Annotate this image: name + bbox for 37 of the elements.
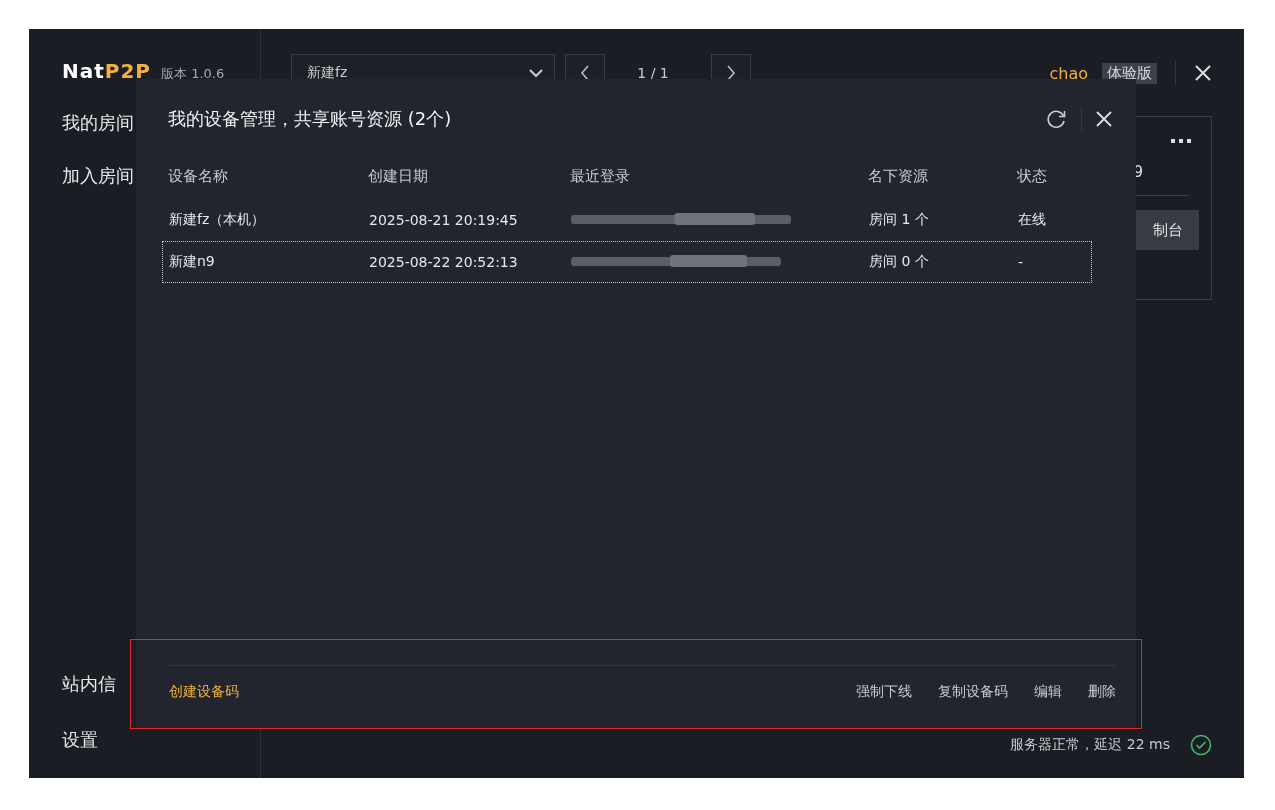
action-link[interactable]: 删除 <box>1088 683 1116 701</box>
table-row[interactable]: 新建fz（本机） 2025-08-21 20:19:45 房间 1 个 在线 <box>162 199 1092 241</box>
action-link[interactable]: 编辑 <box>1034 683 1062 701</box>
app-logo: NatP2P <box>62 59 152 83</box>
table-cell-text: 2025-08-22 20:52:13 <box>369 254 519 270</box>
column-header: 名下资源 <box>868 166 929 186</box>
table-cell-text: 新建n9 <box>169 253 216 271</box>
nav-item[interactable]: 站内信 <box>62 672 116 696</box>
close-icon[interactable] <box>1194 64 1212 82</box>
table-cell-text: 房间 0 个 <box>869 253 930 271</box>
table-row[interactable]: 新建n9 2025-08-22 20:52:13 房间 0 个 - <box>162 241 1092 283</box>
table-cell-text: 新建fz（本机） <box>169 211 267 229</box>
server-status: 服务器正常，延迟 22 ms <box>1010 736 1170 754</box>
version-label: 版本 1.0.6 <box>161 65 225 83</box>
page-indicator: 1 / 1 <box>636 65 670 81</box>
table-cell-text: 房间 1 个 <box>869 211 930 229</box>
more-icon[interactable] <box>1171 139 1191 143</box>
close-icon[interactable] <box>1096 111 1112 127</box>
chevron-left-icon <box>580 65 590 81</box>
table-cell-text: 在线 <box>1018 211 1047 229</box>
user-name[interactable]: chao <box>1049 63 1088 83</box>
chevron-down-icon <box>528 68 544 78</box>
nav-item[interactable]: 我的房间 <box>62 111 134 135</box>
refresh-icon[interactable] <box>1045 108 1067 130</box>
column-header: 创建日期 <box>368 166 429 186</box>
table-cell-text: 2025-08-21 20:19:45 <box>369 212 519 228</box>
nav-item[interactable]: 设置 <box>62 728 98 752</box>
column-header: 最近登录 <box>570 166 631 186</box>
dialog-title: 我的设备管理，共享账号资源 (2个) <box>168 107 453 131</box>
create-code-link[interactable]: 创建设备码 <box>169 683 239 701</box>
action-link[interactable]: 强制下线 <box>856 683 912 701</box>
action-link[interactable]: 复制设备码 <box>938 683 1008 701</box>
nav-item[interactable]: 加入房间 <box>62 164 134 188</box>
table-cell-text: - <box>1018 254 1025 270</box>
column-header: 设备名称 <box>168 166 229 186</box>
column-header: 状态 <box>1017 166 1048 186</box>
chevron-right-icon <box>726 65 736 81</box>
